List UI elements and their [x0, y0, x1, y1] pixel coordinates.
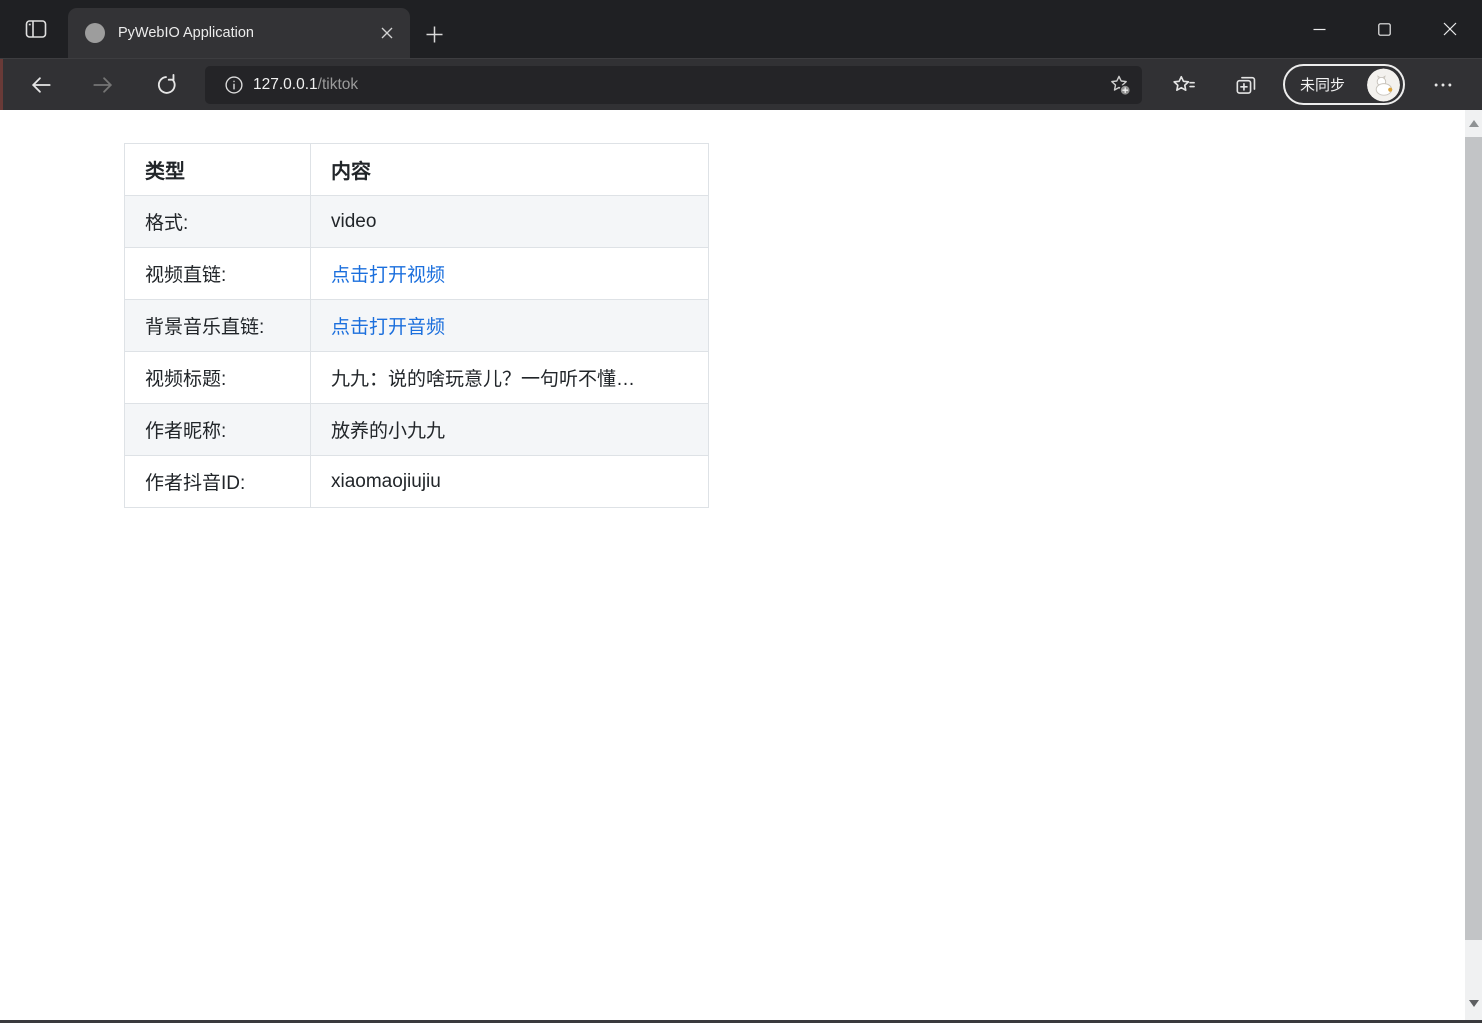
- open-audio-link[interactable]: 点击打开音频: [331, 317, 445, 338]
- close-icon: [381, 27, 393, 39]
- window-controls: [1287, 0, 1482, 58]
- address-bar[interactable]: 127.0.0.1/tiktok: [205, 66, 1142, 104]
- info-icon: [223, 74, 245, 96]
- table-row: 格式: video: [125, 196, 709, 248]
- settings-menu-button[interactable]: [1425, 67, 1461, 103]
- forward-arrow-icon: [90, 72, 116, 98]
- minimize-icon: [1313, 23, 1326, 36]
- collections-icon: [1233, 72, 1259, 98]
- url-host: 127.0.0.1: [253, 76, 318, 93]
- tab-layout-icon: [24, 18, 48, 40]
- row-label: 视频直链:: [125, 248, 311, 300]
- tab-close-button[interactable]: [373, 19, 401, 47]
- close-window-button[interactable]: [1417, 0, 1482, 58]
- row-value: 九九：说的啥玩意儿？一句听不懂…: [311, 352, 709, 404]
- table-row: 视频标题: 九九：说的啥玩意儿？一句听不懂…: [125, 352, 709, 404]
- collections-button[interactable]: [1228, 67, 1264, 103]
- browser-tab[interactable]: PyWebIO Application: [68, 8, 410, 58]
- row-value: 点击打开视频: [311, 248, 709, 300]
- scroll-down-button[interactable]: [1465, 995, 1482, 1012]
- header-type: 类型: [125, 144, 311, 196]
- table-row: 视频直链: 点击打开视频: [125, 248, 709, 300]
- scrollbar-thumb[interactable]: [1465, 137, 1482, 940]
- close-icon: [1443, 22, 1457, 36]
- ellipsis-icon: [1432, 74, 1454, 96]
- favorites-button[interactable]: [1166, 67, 1202, 103]
- row-label: 格式:: [125, 196, 311, 248]
- navigation-toolbar: 127.0.0.1/tiktok: [0, 58, 1482, 110]
- profile-sync-button[interactable]: 未同步: [1283, 64, 1405, 105]
- plus-icon: [426, 26, 443, 43]
- open-video-link[interactable]: 点击打开视频: [331, 265, 445, 286]
- triangle-down-icon: [1469, 1000, 1479, 1007]
- row-label: 视频标题:: [125, 352, 311, 404]
- row-value: xiaomaojiujiu: [311, 456, 709, 508]
- vertical-scrollbar[interactable]: [1465, 110, 1482, 1020]
- row-value: 放养的小九九: [311, 404, 709, 456]
- header-content: 内容: [311, 144, 709, 196]
- table-row: 背景音乐直链: 点击打开音频: [125, 300, 709, 352]
- maximize-icon: [1378, 23, 1391, 36]
- browser-window: PyWebIO Application: [0, 0, 1482, 1023]
- refresh-button[interactable]: [149, 68, 183, 102]
- new-tab-button[interactable]: [419, 19, 449, 49]
- tab-favicon-icon: [85, 23, 105, 43]
- profile-avatar: [1367, 68, 1400, 101]
- back-button[interactable]: [24, 68, 58, 102]
- table-row: 作者昵称: 放养的小九九: [125, 404, 709, 456]
- url-text: 127.0.0.1/tiktok: [253, 76, 358, 94]
- sync-status-label: 未同步: [1300, 74, 1345, 95]
- star-add-icon: [1108, 73, 1132, 97]
- window-edge-accent: [0, 59, 3, 111]
- table-header-row: 类型 内容: [125, 144, 709, 196]
- titlebar: PyWebIO Application: [0, 0, 1482, 58]
- result-table: 类型 内容 格式: video 视频直链: 点击打开视频 背景音乐直链: 点击打…: [124, 143, 709, 508]
- favorites-star-icon: [1171, 72, 1197, 98]
- url-path: /tiktok: [318, 76, 358, 93]
- minimize-button[interactable]: [1287, 0, 1352, 58]
- tab-title: PyWebIO Application: [118, 25, 373, 41]
- row-label: 作者抖音ID:: [125, 456, 311, 508]
- row-value: 点击打开音频: [311, 300, 709, 352]
- maximize-button[interactable]: [1352, 0, 1417, 58]
- refresh-icon: [153, 72, 179, 98]
- site-info-button[interactable]: [219, 70, 249, 100]
- tab-actions-button[interactable]: [17, 14, 55, 44]
- row-label: 背景音乐直链:: [125, 300, 311, 352]
- add-favorite-button[interactable]: [1104, 69, 1136, 101]
- row-value: video: [311, 196, 709, 248]
- forward-button[interactable]: [86, 68, 120, 102]
- row-label: 作者昵称:: [125, 404, 311, 456]
- page-content: 类型 内容 格式: video 视频直链: 点击打开视频 背景音乐直链: 点击打…: [0, 110, 1482, 1020]
- back-arrow-icon: [28, 72, 54, 98]
- table-row: 作者抖音ID: xiaomaojiujiu: [125, 456, 709, 508]
- scroll-up-button[interactable]: [1465, 115, 1482, 132]
- triangle-up-icon: [1469, 120, 1479, 127]
